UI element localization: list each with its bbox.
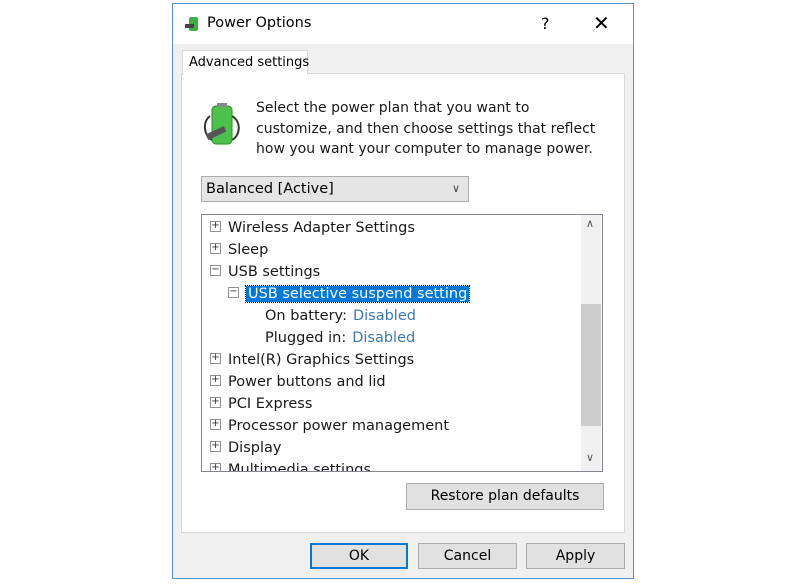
tree-item[interactable]: − USB settings xyxy=(210,261,320,283)
tree-item[interactable]: + Multimedia settings xyxy=(210,459,372,472)
power-options-icon xyxy=(185,17,198,31)
tree-item-label: Plugged in: xyxy=(265,330,347,346)
collapse-icon[interactable]: − xyxy=(228,286,239,298)
tree-item-label: PCI Express xyxy=(228,396,313,412)
tree-item[interactable]: + Wireless Adapter Settings xyxy=(210,217,415,239)
tree-item-label: Sleep xyxy=(228,242,269,258)
tree-item-label: Power buttons and lid xyxy=(228,374,386,390)
description-text: Select the power plan that you want to c… xyxy=(256,100,596,157)
tree-item-label: USB selective suspend setting xyxy=(244,285,471,303)
tree-item[interactable]: + Intel(R) Graphics Settings xyxy=(210,349,414,371)
scroll-down-icon[interactable]: ∨ xyxy=(586,451,594,464)
expand-icon[interactable]: + xyxy=(210,242,221,254)
tree-item-label: Multimedia settings xyxy=(228,462,372,472)
settings-tree[interactable]: + Wireless Adapter Settings + Sleep − USB set… xyxy=(201,214,603,472)
tree-item[interactable]: Plugged in: Disabled xyxy=(265,327,415,349)
setting-value-link[interactable]: Disabled xyxy=(352,330,415,346)
scrollbar-thumb[interactable] xyxy=(581,304,601,426)
plan-select-value: Balanced [Active] xyxy=(206,181,334,197)
apply-button[interactable]: Apply xyxy=(526,543,625,569)
restore-plan-defaults-button[interactable]: Restore plan defaults xyxy=(406,483,604,510)
tree-item-label: USB settings xyxy=(228,264,321,280)
title-bar: Power Options ? ✕ xyxy=(173,4,633,44)
close-button[interactable]: ✕ xyxy=(593,11,610,35)
tree-item[interactable]: + Sleep xyxy=(210,239,268,261)
tree-item[interactable]: + PCI Express xyxy=(210,393,312,415)
expand-icon[interactable]: + xyxy=(210,462,221,471)
power-options-dialog: Power Options ? ✕ Advanced settings Sele… xyxy=(172,3,634,579)
collapse-icon[interactable]: − xyxy=(210,264,221,276)
expand-icon[interactable]: + xyxy=(210,396,221,408)
expand-icon[interactable]: + xyxy=(210,220,221,232)
setting-value-link[interactable]: Disabled xyxy=(353,308,416,324)
tree-item[interactable]: + Processor power management xyxy=(210,415,449,437)
power-plan-select[interactable]: Balanced [Active] ∨ xyxy=(201,176,469,202)
tab-panel: Select the power plan that you want to c… xyxy=(181,73,625,533)
cancel-button[interactable]: Cancel xyxy=(418,543,517,569)
scroll-up-icon[interactable]: ∧ xyxy=(586,217,594,230)
window-title: Power Options xyxy=(207,15,312,31)
tree-item-label: On battery: xyxy=(265,308,347,324)
tab-advanced-settings[interactable]: Advanced settings xyxy=(182,50,309,75)
battery-plug-icon xyxy=(204,103,240,145)
expand-icon[interactable]: + xyxy=(210,440,221,452)
tree-item[interactable]: + Power buttons and lid xyxy=(210,371,386,393)
tree-item[interactable]: − USB selective suspend setting xyxy=(228,283,471,305)
expand-icon[interactable]: + xyxy=(210,352,221,364)
tree-item-label: Wireless Adapter Settings xyxy=(228,220,415,236)
expand-icon[interactable]: + xyxy=(210,418,221,430)
chevron-down-icon: ∨ xyxy=(451,182,460,195)
ok-button[interactable]: OK xyxy=(310,543,408,569)
help-button[interactable]: ? xyxy=(541,14,550,33)
tree-item[interactable]: On battery: Disabled xyxy=(265,305,416,327)
tree-scrollbar[interactable]: ∧ ∨ xyxy=(581,215,601,471)
tree-item-label: Processor power management xyxy=(228,418,450,434)
tree-item-label: Display xyxy=(228,440,282,456)
tree-item[interactable]: + Display xyxy=(210,437,281,459)
expand-icon[interactable]: + xyxy=(210,374,221,386)
tree-item-label: Intel(R) Graphics Settings xyxy=(228,352,415,368)
